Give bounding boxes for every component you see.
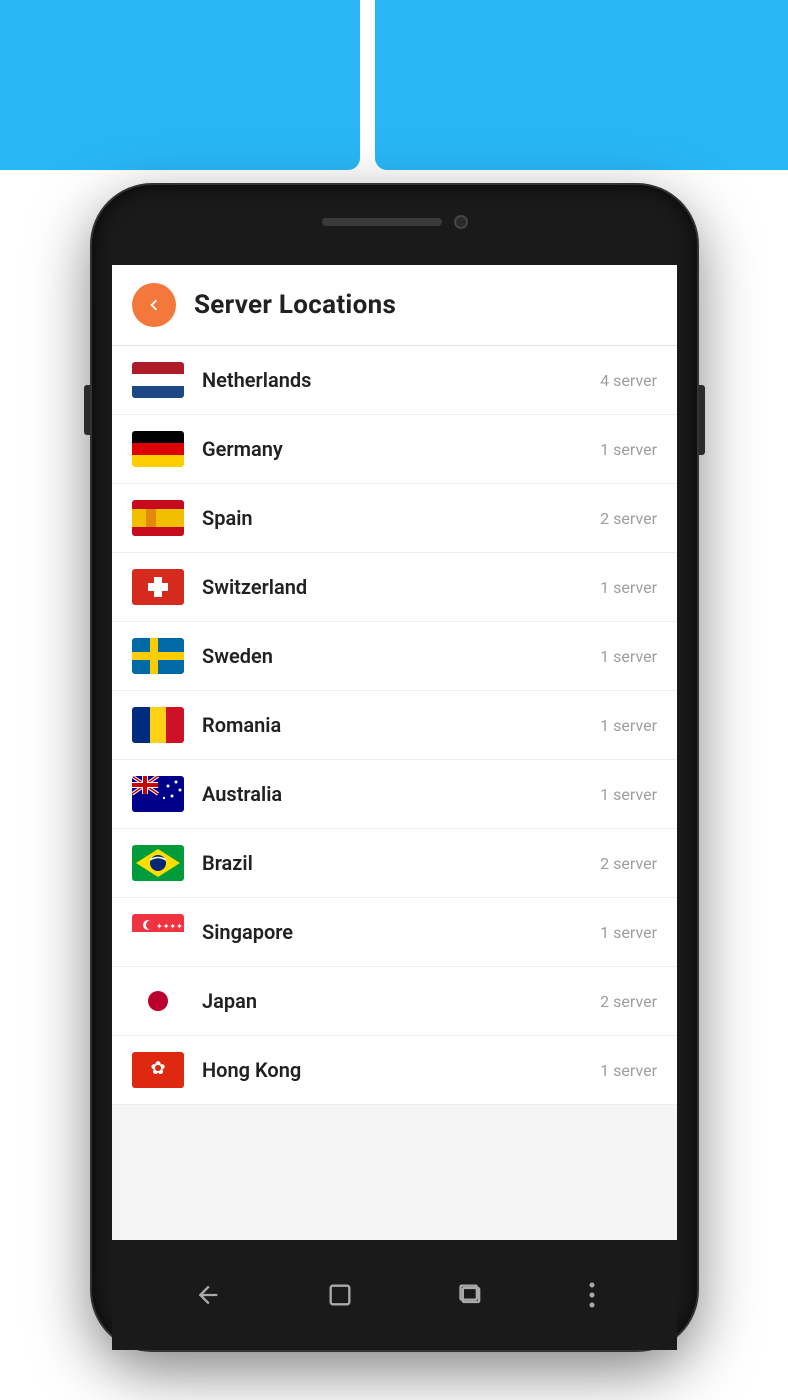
phone-top-bar [295, 215, 495, 229]
server-item-brazil[interactable]: Brazil 2 server [112, 829, 677, 898]
server-count-australia: 1 server [600, 785, 657, 804]
svg-text:✿: ✿ [150, 1058, 165, 1079]
camera [454, 215, 468, 229]
flag-nl [132, 362, 184, 398]
server-count-germany: 1 server [600, 440, 657, 459]
server-count-switzerland: 1 server [600, 578, 657, 597]
country-name-hong-kong: Hong Kong [202, 1058, 600, 1082]
volume-button [84, 385, 90, 435]
country-name-australia: Australia [202, 782, 600, 806]
flag-de [132, 431, 184, 467]
country-name-sweden: Sweden [202, 644, 600, 668]
server-item-romania[interactable]: Romania 1 server [112, 691, 677, 760]
server-count-sweden: 1 server [600, 647, 657, 666]
server-item-netherlands[interactable]: Netherlands 4 server [112, 346, 677, 415]
server-item-switzerland[interactable]: Switzerland 1 server [112, 553, 677, 622]
nav-home-button[interactable] [326, 1281, 354, 1309]
back-button[interactable] [132, 283, 176, 327]
server-count-singapore: 1 server [600, 923, 657, 942]
flag-sg: ✦✦✦✦✦ [132, 914, 184, 950]
svg-text:✦✦✦✦✦: ✦✦✦✦✦ [156, 922, 184, 931]
flag-hk: ✿ [132, 1052, 184, 1088]
screen-content: Server Locations Netherlands 4 server [112, 265, 677, 1240]
country-name-netherlands: Netherlands [202, 368, 600, 392]
speaker-grille [322, 218, 442, 226]
flag-br [132, 845, 184, 881]
country-name-romania: Romania [202, 713, 600, 737]
page-title: Server Locations [194, 290, 396, 320]
server-item-germany[interactable]: Germany 1 server [112, 415, 677, 484]
server-item-singapore[interactable]: ✦✦✦✦✦ Singapore 1 server [112, 898, 677, 967]
app-header: Server Locations [112, 265, 677, 346]
country-name-singapore: Singapore [202, 920, 600, 944]
bg-panel-left [0, 0, 360, 170]
server-list: Netherlands 4 server Germany 1 server Sp… [112, 346, 677, 1105]
country-name-japan: Japan [202, 989, 600, 1013]
flag-ro [132, 707, 184, 743]
nav-recents-button[interactable] [457, 1281, 485, 1309]
flag-es [132, 500, 184, 536]
server-item-australia[interactable]: Australia 1 server [112, 760, 677, 829]
phone-frame: Server Locations Netherlands 4 server [92, 185, 697, 1350]
flag-se [132, 638, 184, 674]
server-item-spain[interactable]: Spain 2 server [112, 484, 677, 553]
flag-jp [132, 983, 184, 1019]
country-name-germany: Germany [202, 437, 600, 461]
country-name-switzerland: Switzerland [202, 575, 600, 599]
flag-au [132, 776, 184, 812]
server-count-japan: 2 server [600, 992, 657, 1011]
power-button [699, 385, 705, 455]
phone-nav-bar [112, 1240, 677, 1350]
server-count-netherlands: 4 server [600, 371, 657, 390]
server-item-japan[interactable]: Japan 2 server [112, 967, 677, 1036]
server-count-brazil: 2 server [600, 854, 657, 873]
server-item-hong-kong[interactable]: ✿ Hong Kong 1 server [112, 1036, 677, 1105]
bg-panel-right [375, 0, 788, 170]
back-icon [143, 294, 165, 316]
server-count-romania: 1 server [600, 716, 657, 735]
server-count-spain: 2 server [600, 509, 657, 528]
nav-back-button[interactable] [194, 1281, 222, 1309]
phone-screen: Server Locations Netherlands 4 server [112, 265, 677, 1240]
flag-ch [132, 569, 184, 605]
server-count-hong-kong: 1 server [600, 1061, 657, 1080]
country-name-brazil: Brazil [202, 851, 600, 875]
nav-menu-button[interactable] [589, 1282, 595, 1308]
country-name-spain: Spain [202, 506, 600, 530]
server-item-sweden[interactable]: Sweden 1 server [112, 622, 677, 691]
